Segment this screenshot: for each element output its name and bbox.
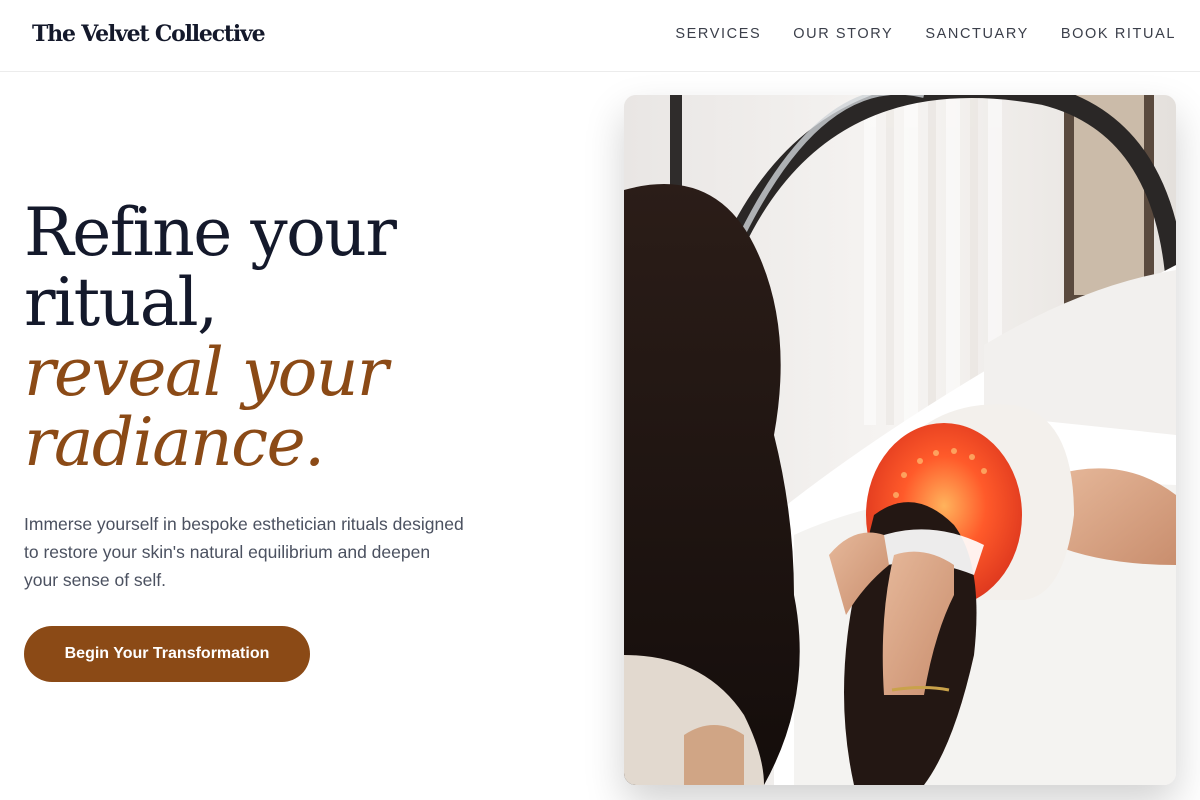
brand-logo[interactable]: The Velvet Collective — [32, 21, 266, 47]
hero-description: Immerse yourself in bespoke esthetician … — [24, 514, 464, 590]
headline-line-2: ritual, — [24, 264, 218, 341]
headline-accent-line-2: radiance. — [24, 404, 325, 481]
nav-link-sanctuary[interactable]: SANCTUARY — [925, 26, 1029, 42]
nav-link-book-ritual[interactable]: BOOK RITUAL — [1061, 26, 1176, 42]
hero-headline: Refine your ritual, reveal your radiance… — [24, 198, 584, 478]
site-header: The Velvet Collective SERVICES OUR STORY… — [0, 0, 1200, 72]
nav-link-our-story[interactable]: OUR STORY — [793, 26, 893, 42]
headline-line-1: Refine your — [24, 194, 397, 271]
headline-accent-line-1: reveal your — [24, 334, 388, 411]
nav-link-services[interactable]: SERVICES — [675, 26, 761, 42]
begin-transformation-button[interactable]: Begin Your Transformation — [24, 626, 310, 682]
hero-photo — [624, 95, 1176, 785]
main-nav: SERVICES OUR STORY SANCTUARY BOOK RITUAL — [675, 26, 1176, 42]
